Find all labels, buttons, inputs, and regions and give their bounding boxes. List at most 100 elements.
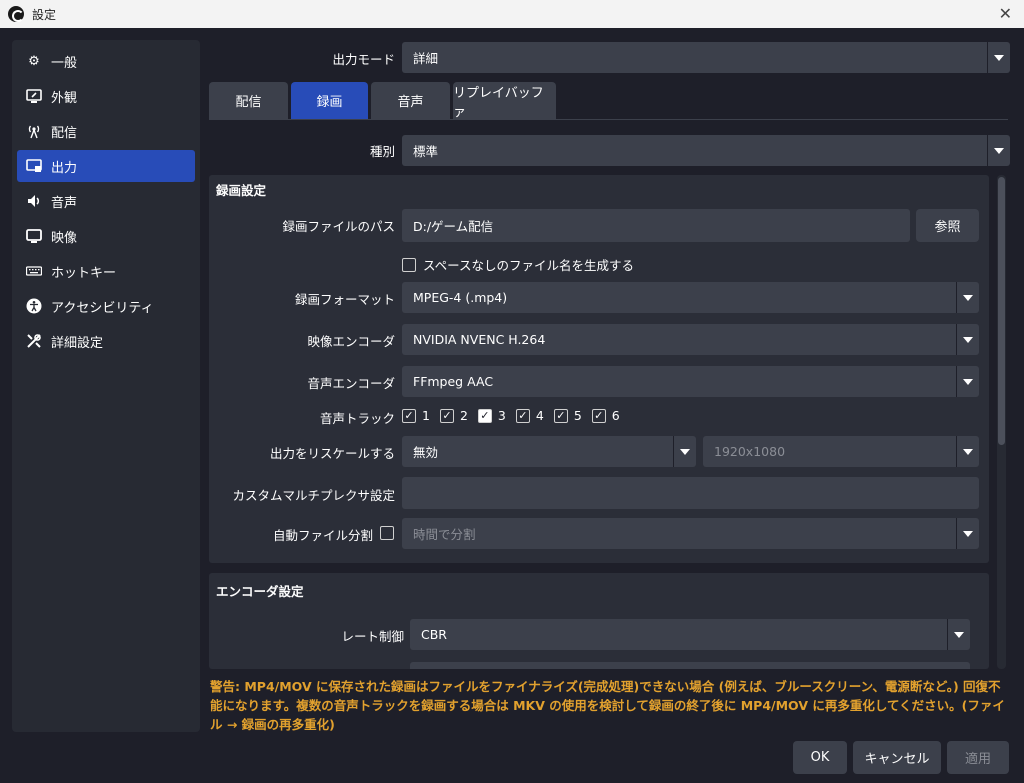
output-mode-select[interactable]: 詳細	[402, 42, 1010, 73]
rescale-resolution-value: 1920x1080	[714, 444, 786, 459]
close-icon[interactable]: ✕	[999, 4, 1012, 23]
tab-divider	[209, 119, 1008, 120]
muxer-input[interactable]	[402, 477, 979, 509]
scrollbar-track[interactable]	[997, 175, 1006, 669]
next-field-partial[interactable]	[410, 662, 970, 669]
sidebar-item-label: 出力	[51, 160, 78, 176]
sidebar-item-appearance[interactable]: 外観	[17, 80, 195, 112]
sidebar-item-label: 映像	[51, 230, 78, 246]
split-label: 自動ファイル分割	[272, 528, 373, 543]
scrollbar-thumb[interactable]	[998, 177, 1005, 445]
title-bar: 設定 ✕	[0, 0, 1024, 28]
ok-button[interactable]: OK	[793, 741, 847, 774]
sidebar-item-advanced[interactable]: 詳細設定	[17, 325, 195, 357]
track-2-checkbox[interactable]: ✓	[439, 408, 454, 423]
track-3-checkbox[interactable]: ✓	[477, 408, 492, 423]
split-mode-value: 時間で分割	[413, 527, 476, 542]
encoder-section-title: エンコーダ設定	[216, 584, 304, 599]
track-6-checkbox[interactable]: ✓	[591, 408, 606, 423]
format-select[interactable]: MPEG-4 (.mp4)	[402, 282, 979, 313]
nospace-label: スペースなしのファイル名を生成する	[423, 258, 635, 273]
video-encoder-label: 映像エンコーダ	[307, 334, 395, 349]
tab-stream[interactable]: 配信	[209, 82, 288, 119]
type-label: 種別	[369, 144, 395, 159]
rate-control-select[interactable]: CBR	[410, 619, 970, 650]
chevron-down-icon	[987, 135, 1010, 166]
format-label: 録画フォーマット	[294, 292, 395, 307]
chevron-down-icon	[956, 436, 979, 467]
settings-sidebar: ⚙ 一般 外観 配信 出力 音声 映像 ホットキー アクセシビリティ 詳細設定	[12, 40, 200, 732]
encoder-settings-panel: エンコーダ設定 レート制御 CBR	[209, 573, 989, 669]
track-4-checkbox[interactable]: ✓	[515, 408, 530, 423]
track-number: 3	[497, 408, 506, 423]
chevron-down-icon	[956, 324, 979, 355]
track-number: 5	[573, 408, 582, 423]
tools-icon	[26, 333, 42, 349]
video-encoder-select[interactable]: NVIDIA NVENC H.264	[402, 324, 979, 355]
rate-control-label: レート制御	[341, 629, 404, 644]
audio-encoder-select[interactable]: FFmpeg AAC	[402, 366, 979, 397]
sidebar-item-video[interactable]: 映像	[17, 220, 195, 252]
sidebar-item-output[interactable]: 出力	[17, 150, 195, 182]
sidebar-item-hotkeys[interactable]: ホットキー	[17, 255, 195, 287]
apply-button[interactable]: 適用	[947, 741, 1009, 774]
track-5-checkbox[interactable]: ✓	[553, 408, 568, 423]
rescale-label: 出力をリスケールする	[269, 446, 395, 461]
track-number: 6	[611, 408, 620, 423]
rate-control-value: CBR	[421, 627, 447, 642]
rescale-resolution-select[interactable]: 1920x1080	[703, 436, 979, 467]
monitor-icon	[26, 228, 42, 244]
gear-icon: ⚙	[28, 53, 40, 69]
audio-track-group: ✓ 1 ✓ 2 ✓ 3 ✓ 4 ✓ 5 ✓ 6	[402, 408, 620, 423]
keyboard-icon	[26, 263, 42, 279]
chevron-down-icon	[987, 42, 1010, 73]
chevron-down-icon	[956, 518, 979, 549]
appearance-icon	[26, 88, 42, 104]
cancel-button[interactable]: キャンセル	[853, 741, 941, 774]
audio-encoder-value: FFmpeg AAC	[413, 374, 494, 389]
speaker-icon	[26, 193, 42, 209]
video-encoder-value: NVIDIA NVENC H.264	[413, 332, 546, 347]
rescale-value: 無効	[413, 445, 439, 460]
chevron-down-icon	[956, 366, 979, 397]
sidebar-item-label: 外観	[51, 90, 78, 106]
type-select[interactable]: 標準	[402, 135, 1010, 166]
browse-button[interactable]: 参照	[916, 209, 979, 242]
path-label: 録画ファイルのパス	[282, 219, 395, 234]
sidebar-item-label: 音声	[51, 195, 78, 211]
nospace-checkbox[interactable]	[402, 257, 416, 272]
tab-audio[interactable]: 音声	[371, 82, 450, 119]
path-value: D:/ゲーム配信	[413, 219, 494, 234]
chevron-down-icon	[673, 436, 696, 467]
format-value: MPEG-4 (.mp4)	[413, 290, 508, 305]
tab-replay-buffer[interactable]: リプレイバッファ	[453, 82, 556, 120]
sidebar-item-label: ホットキー	[51, 265, 117, 281]
track-1-checkbox[interactable]: ✓	[402, 408, 416, 423]
audio-track-label: 音声トラック	[319, 411, 395, 426]
sidebar-item-label: 詳細設定	[51, 335, 104, 351]
sidebar-item-audio[interactable]: 音声	[17, 185, 195, 217]
nospace-checkbox-row[interactable]: スペースなしのファイル名を生成する	[402, 255, 634, 274]
split-checkbox[interactable]	[380, 526, 394, 540]
rescale-select[interactable]: 無効	[402, 436, 696, 467]
sidebar-item-general[interactable]: ⚙ 一般	[17, 45, 195, 77]
sidebar-item-stream[interactable]: 配信	[17, 115, 195, 147]
chevron-down-icon	[956, 282, 979, 313]
sidebar-item-accessibility[interactable]: アクセシビリティ	[17, 290, 195, 322]
obs-logo-icon	[8, 6, 24, 22]
path-input[interactable]: D:/ゲーム配信	[402, 209, 910, 242]
tab-recording[interactable]: 録画	[291, 82, 368, 119]
split-mode-select[interactable]: 時間で分割	[402, 518, 979, 549]
output-mode-label: 出力モード	[332, 52, 395, 67]
recording-section-title: 録画設定	[216, 183, 267, 198]
output-mode-value: 詳細	[413, 51, 439, 66]
muxer-label: カスタムマルチプレクサ設定	[232, 488, 395, 503]
output-icon	[26, 158, 42, 174]
audio-encoder-label: 音声エンコーダ	[307, 376, 395, 391]
sidebar-item-label: アクセシビリティ	[51, 300, 154, 316]
track-number: 4	[535, 408, 544, 423]
sidebar-item-label: 一般	[51, 55, 78, 71]
accessibility-icon	[26, 298, 42, 314]
chevron-down-icon	[947, 619, 970, 650]
type-value: 標準	[413, 144, 439, 159]
